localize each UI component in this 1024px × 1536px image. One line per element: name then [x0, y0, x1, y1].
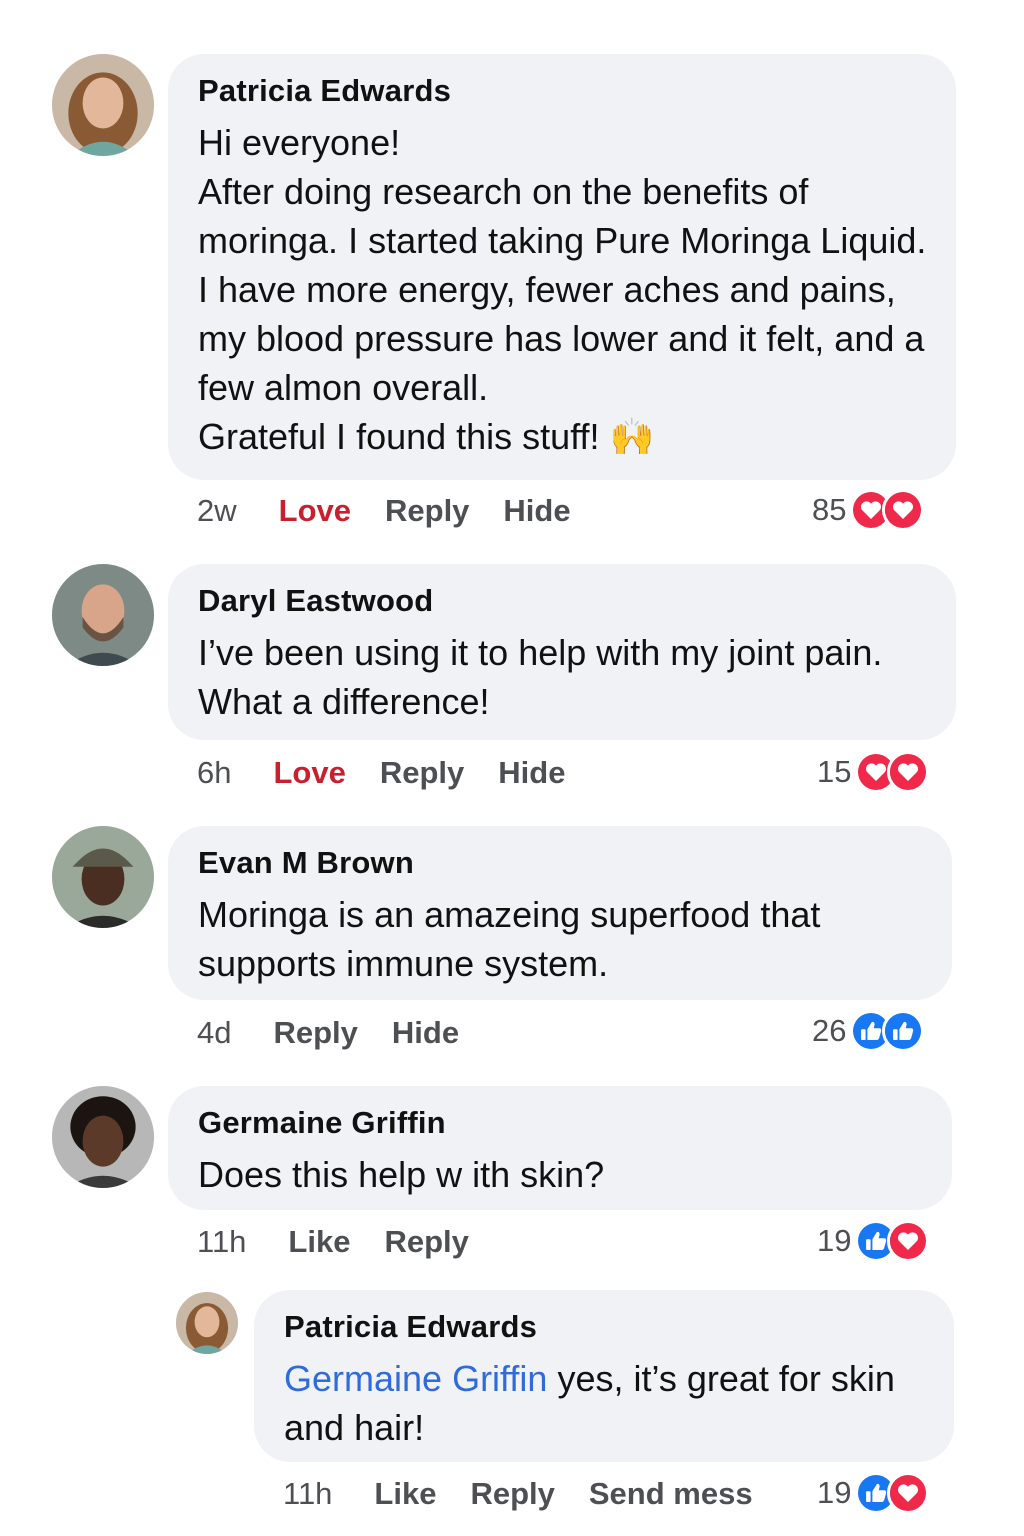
comment-author[interactable]: Evan M Brown — [198, 844, 924, 882]
comment-timestamp[interactable]: 6h — [197, 755, 231, 791]
mention-link[interactable]: Germaine Griffin — [284, 1358, 547, 1399]
reply-actions: 11h Like Reply Send mess — [283, 1476, 787, 1512]
comment-bubble: Daryl Eastwood I’ve been using it to hel… — [168, 564, 956, 740]
love-icon — [887, 1472, 930, 1514]
reaction-summary[interactable]: 85 — [812, 489, 925, 531]
reply-author[interactable]: Patricia Edwards — [284, 1308, 926, 1346]
comment-actions: 11h Like Reply — [197, 1224, 503, 1260]
like-icon — [882, 1010, 925, 1052]
avatar-patricia-edwards[interactable] — [52, 54, 154, 156]
comment-author[interactable]: Daryl Eastwood — [198, 582, 928, 620]
hide-button[interactable]: Hide — [503, 493, 570, 529]
hide-button[interactable]: Hide — [392, 1015, 459, 1051]
send-message-button[interactable]: Send mess — [589, 1476, 753, 1512]
reaction-summary[interactable]: 19 — [817, 1472, 930, 1514]
reply-button[interactable]: Reply — [470, 1476, 554, 1512]
reply-button[interactable]: Reply — [384, 1224, 468, 1260]
comment-actions: 2w Love Reply Hide — [197, 493, 605, 529]
comment-text: I’ve been using it to help with my joint… — [198, 632, 883, 722]
hide-button[interactable]: Hide — [498, 755, 565, 791]
comment-author[interactable]: Patricia Edwards — [198, 72, 928, 110]
reply-bubble: Patricia Edwards Germaine Griffin yes, i… — [254, 1290, 954, 1462]
reply-text: Germaine Griffin yes, it’s great for ski… — [284, 1354, 926, 1452]
comment-timestamp[interactable]: 2w — [197, 493, 237, 529]
love-icon — [887, 1220, 930, 1262]
reaction-count: 15 — [817, 754, 852, 789]
avatar-germaine-griffin[interactable] — [52, 1086, 154, 1188]
love-icon — [882, 489, 925, 531]
reaction-summary[interactable]: 19 — [817, 1220, 930, 1262]
comment-timestamp[interactable]: 4d — [197, 1015, 231, 1051]
like-button[interactable]: Like — [288, 1224, 350, 1260]
comment-actions: 6h Love Reply Hide — [197, 755, 599, 791]
avatar-daryl-eastwood[interactable] — [52, 564, 154, 666]
reaction-count: 19 — [817, 1223, 852, 1258]
comment-text: Hi everyone! After doing research on the… — [198, 122, 927, 457]
reply-button[interactable]: Reply — [380, 755, 464, 791]
comment-text: Does this help w ith skin? — [198, 1154, 605, 1195]
comment-timestamp[interactable]: 11h — [197, 1224, 246, 1260]
reply-button[interactable]: Reply — [385, 493, 469, 529]
avatar-patricia-edwards[interactable] — [176, 1292, 238, 1354]
comment-author[interactable]: Germaine Griffin — [198, 1104, 924, 1142]
like-button[interactable]: Like — [374, 1476, 436, 1512]
comment-bubble: Patricia Edwards Hi everyone! After doin… — [168, 54, 956, 480]
avatar-evan-m-brown[interactable] — [52, 826, 154, 928]
comment-bubble: Evan M Brown Moringa is an amazeing supe… — [168, 826, 952, 1000]
reaction-summary[interactable]: 26 — [812, 1010, 925, 1052]
comment-bubble: Germaine Griffin Does this help w ith sk… — [168, 1086, 952, 1210]
comment-actions: 4d Reply Hide — [197, 1015, 493, 1051]
love-button[interactable]: Love — [279, 493, 351, 529]
love-icon — [887, 751, 930, 793]
reaction-count: 19 — [817, 1475, 852, 1510]
reaction-count: 85 — [812, 492, 847, 527]
reaction-summary[interactable]: 15 — [817, 751, 930, 793]
reply-button[interactable]: Reply — [273, 1015, 357, 1051]
reaction-count: 26 — [812, 1013, 847, 1048]
love-button[interactable]: Love — [273, 755, 345, 791]
reply-timestamp[interactable]: 11h — [283, 1476, 332, 1512]
comment-text: Moringa is an amazeing superfood that su… — [198, 894, 821, 984]
